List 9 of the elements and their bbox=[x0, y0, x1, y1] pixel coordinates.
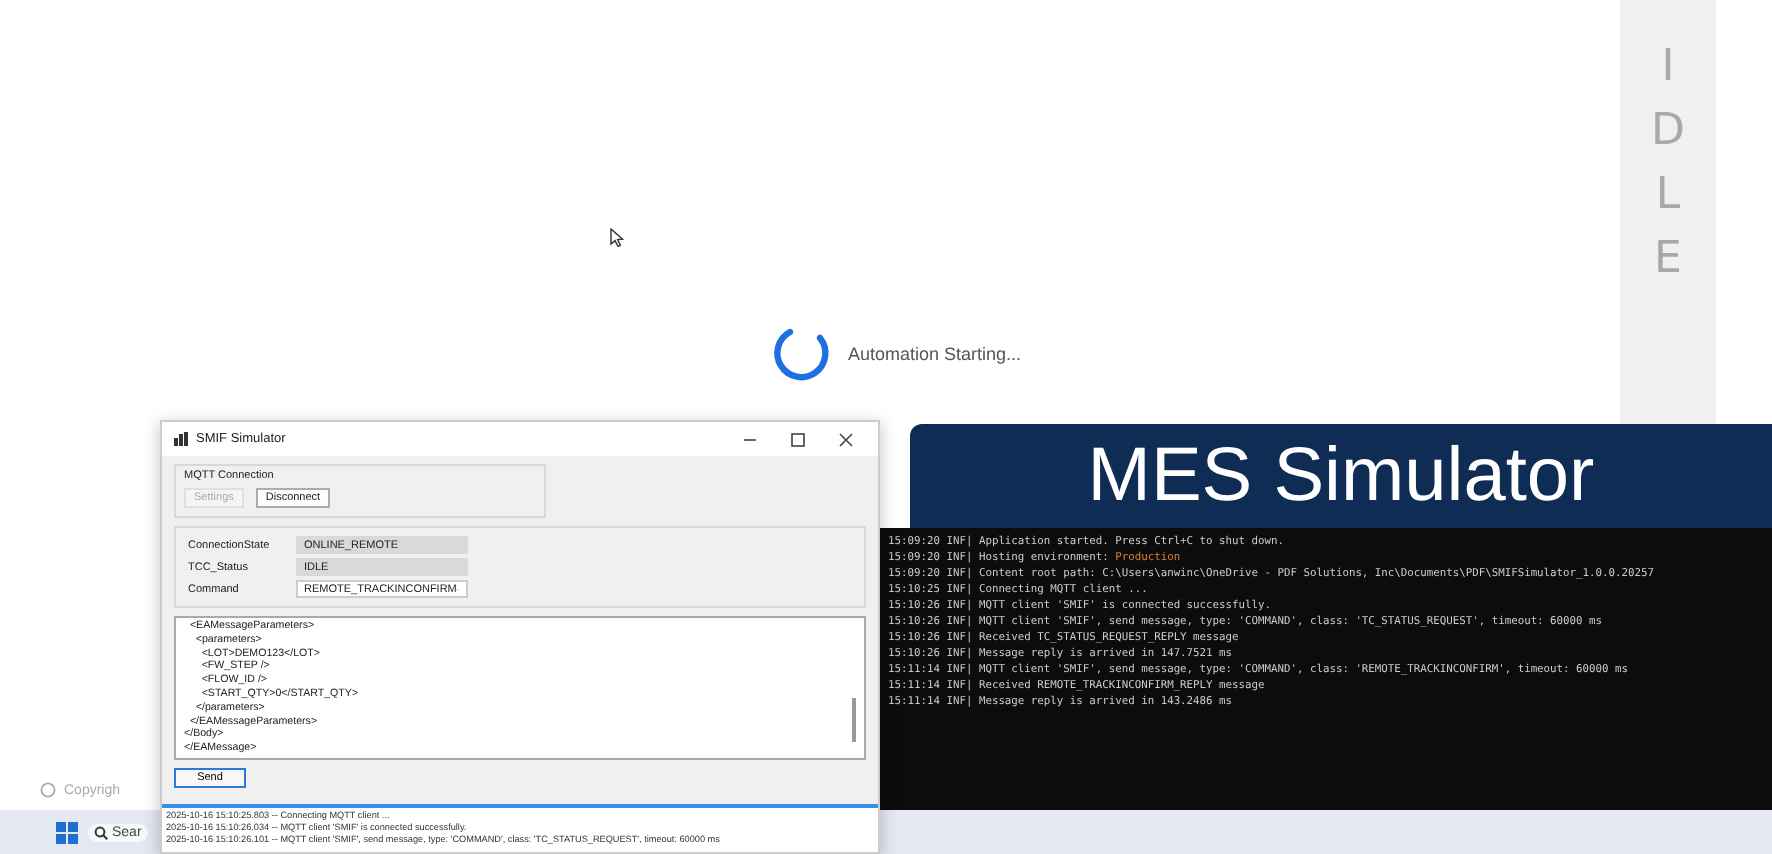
status-text: IDLE bbox=[1649, 40, 1687, 288]
loading-text: Automation Starting... bbox=[848, 344, 1022, 364]
loading-spinner-icon bbox=[772, 324, 832, 384]
app-icon bbox=[174, 432, 188, 446]
mouse-cursor-icon bbox=[610, 228, 624, 248]
copyright-icon bbox=[40, 782, 56, 798]
banner-title: MES Simulator bbox=[1087, 433, 1595, 519]
search-icon bbox=[94, 825, 108, 839]
windows-logo-icon[interactable] bbox=[56, 821, 78, 843]
